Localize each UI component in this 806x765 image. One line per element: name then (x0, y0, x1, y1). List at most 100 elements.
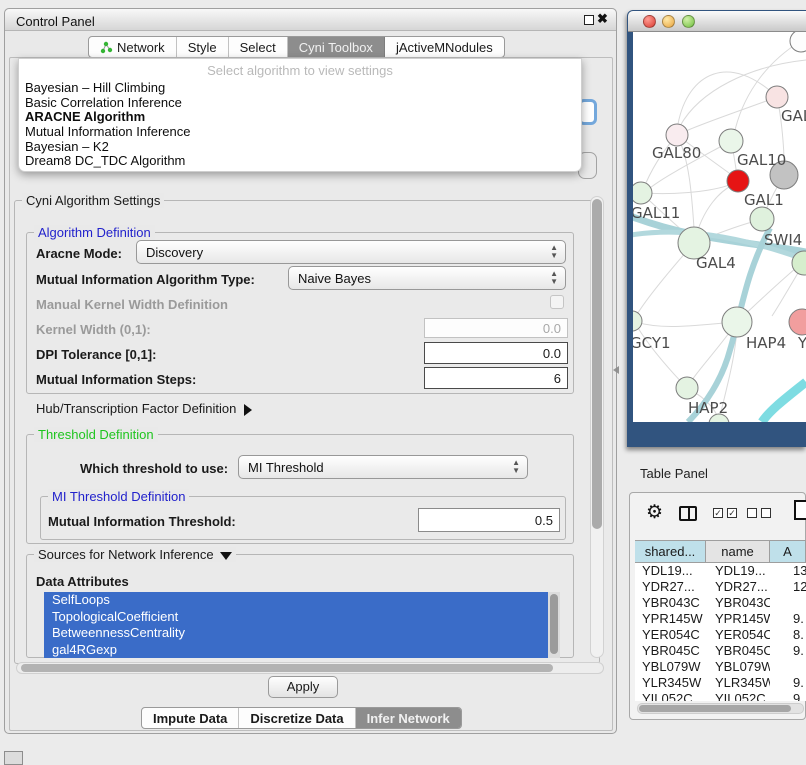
network-edge[interactable] (633, 321, 724, 327)
deselect-all-checkbox-icon[interactable] (747, 508, 757, 518)
tab-label: Network (117, 37, 165, 58)
table-cell: 12 (770, 579, 806, 595)
table-row[interactable]: YDR27...YDR27...12 (635, 579, 806, 595)
table-cell (770, 659, 806, 675)
settings-scrollbar-thumb[interactable] (592, 199, 602, 529)
tab-style[interactable]: Style (177, 37, 229, 57)
algorithm-option[interactable]: Bayesian – K2 (19, 140, 581, 155)
deselect-all-checkbox-icon[interactable] (761, 508, 771, 518)
select-all-checkbox-icon[interactable]: ✓ (727, 508, 737, 518)
horizontal-scrollbar-thumb[interactable] (21, 664, 553, 672)
tab-impute-data[interactable]: Impute Data (142, 708, 239, 728)
export-table-icon[interactable] (794, 500, 806, 520)
table-row[interactable]: YBL079WYBL079W (635, 659, 806, 675)
table-row[interactable]: YER054CYER054C8. (635, 627, 806, 643)
list-scrollbar-thumb[interactable] (550, 594, 558, 654)
HAP2-node[interactable] (676, 377, 698, 399)
column-header[interactable]: name (706, 541, 770, 562)
manual-kernel-width-checkbox[interactable] (550, 295, 564, 309)
table-cell: YBR045C (706, 643, 770, 659)
which-threshold-label: Which threshold to use: (80, 461, 228, 476)
attribute-item[interactable]: SelfLoops (44, 592, 548, 609)
tab-jactivemnodules[interactable]: jActiveMNodules (385, 37, 504, 57)
algorithm-option[interactable]: Basic Correlation Inference (19, 96, 581, 111)
GCY1-node[interactable] (633, 311, 642, 331)
salmon-node[interactable] (789, 309, 806, 335)
sources-toggle[interactable]: Sources for Network Inference (34, 547, 236, 562)
select-all-checkbox-icon[interactable]: ✓ (713, 508, 723, 518)
attribute-item[interactable]: TopologicalCoefficient (44, 609, 548, 626)
tab-network[interactable]: Network (89, 37, 177, 57)
mi-threshold-label: Mutual Information Threshold: (48, 514, 236, 529)
table-horizontal-scrollbar-thumb[interactable] (639, 705, 791, 712)
close-icon[interactable]: ✖ (597, 11, 608, 27)
table-cell: YIL052C (635, 691, 706, 701)
mi-algorithm-type-select[interactable]: Naive Bayes ▲▼ (288, 266, 566, 290)
table-cell: YER054C (635, 627, 706, 643)
GAL10-node[interactable] (719, 129, 743, 153)
table-cell: YBR043C (706, 595, 770, 611)
attribute-item[interactable]: BetweennessCentrality (44, 625, 548, 642)
table-cell: 9. (770, 675, 806, 691)
gear-icon[interactable]: ⚙ (646, 501, 663, 524)
column-header[interactable]: A (770, 541, 806, 562)
columns-icon[interactable] (679, 506, 697, 521)
table-row[interactable]: YDL19...YDL19...13 (635, 563, 806, 579)
control-panel-titlebar (5, 9, 616, 31)
mi-steps-field[interactable]: 6 (424, 367, 568, 389)
which-threshold-select[interactable]: MI Threshold ▲▼ (238, 455, 528, 479)
tab-label: Style (188, 37, 217, 58)
tab-discretize-data[interactable]: Discretize Data (239, 708, 355, 728)
table-header-row: shared...nameA (635, 540, 806, 563)
collapsed-panel-button[interactable] (4, 751, 23, 765)
algorithm-dropdown-list[interactable]: Select algorithm to view settings Bayesi… (18, 58, 582, 172)
GAL80-node[interactable] (666, 124, 688, 146)
group-title: Algorithm Definition (34, 225, 155, 240)
network-canvas[interactable]: GALGAL80GAL10GAL1GAL11GAL4SWI4GCY1HAP4YH… (633, 32, 806, 422)
node-label: GAL11 (633, 204, 680, 222)
network-edge[interactable] (762, 382, 806, 422)
attribute-item[interactable]: gal4RGexp (44, 642, 548, 659)
cyni-bottom-tabbar: Impute Data Discretize Data Infer Networ… (141, 707, 462, 729)
mi-threshold-field[interactable]: 0.5 (418, 508, 560, 532)
table-cell: YBL079W (635, 659, 706, 675)
table-row[interactable]: YIL052CYIL052C9 (635, 691, 806, 701)
window-zoom-icon[interactable] (682, 15, 695, 28)
control-panel-title: Control Panel (16, 14, 95, 29)
table-row[interactable]: YLR345WYLR345W9. (635, 675, 806, 691)
algorithm-option[interactable]: Bayesian – Hill Climbing (19, 81, 581, 96)
algorithm-option[interactable]: ARACNE Algorithm (19, 110, 581, 125)
kernel-width-field[interactable]: 0.0 (424, 318, 568, 338)
data-attributes-list[interactable]: SelfLoopsTopologicalCoefficientBetweenne… (44, 592, 548, 658)
hub-definition-toggle[interactable]: Hub/Transcription Factor Definition (36, 401, 252, 416)
table-cell (770, 595, 806, 611)
tab-infer-network[interactable]: Infer Network (356, 708, 461, 728)
algorithm-option[interactable]: Mutual Information Inference (19, 125, 581, 140)
GAL-node[interactable] (766, 86, 788, 108)
node[interactable] (790, 32, 806, 52)
table-cell: YLR345W (635, 675, 706, 691)
SWI4-node[interactable] (750, 207, 774, 231)
aracne-mode-select[interactable]: Discovery ▲▼ (136, 240, 566, 264)
float-window-icon[interactable] (584, 15, 594, 25)
column-header[interactable]: shared... (635, 541, 706, 562)
table-row[interactable]: YPR145WYPR145W9. (635, 611, 806, 627)
dropdown-placeholder: Select algorithm to view settings (19, 59, 581, 81)
window-minimize-icon[interactable] (662, 15, 675, 28)
network-edge[interactable] (678, 72, 777, 124)
GAL11-node[interactable] (633, 182, 652, 204)
table-row[interactable]: YBR045CYBR045C9. (635, 643, 806, 659)
table-cell: 8. (770, 627, 806, 643)
node-label: GAL10 (737, 151, 786, 169)
apply-button[interactable]: Apply (268, 676, 338, 698)
HAP4-node[interactable] (722, 307, 752, 337)
node-label: GAL (781, 107, 806, 125)
tab-label: Select (240, 37, 276, 58)
algorithm-option[interactable]: Dream8 DC_TDC Algorithm (19, 154, 581, 169)
tab-select[interactable]: Select (229, 37, 288, 57)
GAL1-node[interactable] (727, 170, 749, 192)
tab-cyni-toolbox[interactable]: Cyni Toolbox (288, 37, 385, 57)
dpi-tolerance-field[interactable]: 0.0 (424, 342, 568, 364)
table-row[interactable]: YBR043CYBR043C (635, 595, 806, 611)
window-close-icon[interactable] (643, 15, 656, 28)
